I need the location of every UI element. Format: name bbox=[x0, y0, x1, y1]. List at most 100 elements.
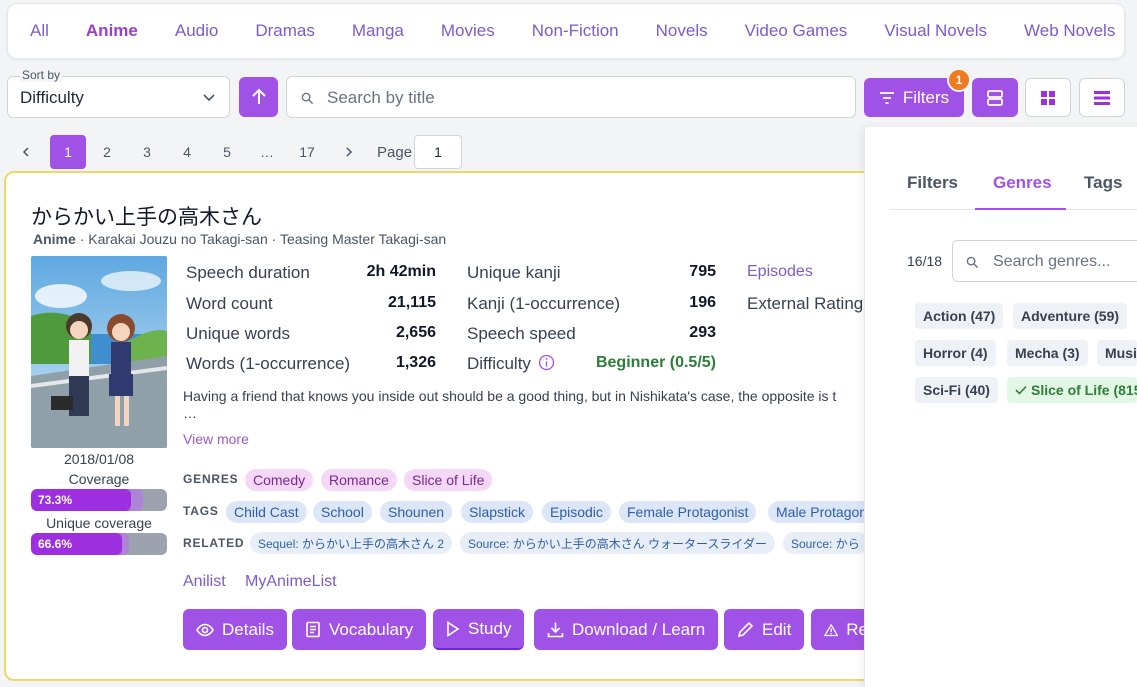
tab-non-fiction[interactable]: Non-Fiction bbox=[532, 21, 619, 41]
release-date: 2018/01/08 bbox=[63, 451, 135, 467]
media-subtitle: Anime · Karakai Jouzu no Takagi-san · Te… bbox=[33, 231, 446, 247]
page-2-button[interactable]: 2 bbox=[90, 135, 124, 169]
view-grid-button[interactable] bbox=[1025, 78, 1071, 117]
genre-filter-chip[interactable]: Adventure (59) bbox=[1013, 303, 1128, 329]
tag-chip[interactable]: Slapstick bbox=[461, 501, 534, 523]
stat-label-speech-speed: Speech speed bbox=[467, 324, 576, 343]
sort-direction-button[interactable] bbox=[239, 77, 278, 117]
genre-filter-label: Slice of Life (815 bbox=[1031, 382, 1137, 398]
tab-audio[interactable]: Audio bbox=[175, 21, 218, 41]
tag-chip[interactable]: Episodic bbox=[542, 501, 611, 523]
stat-label-unique-words: Unique words bbox=[186, 324, 290, 343]
view-list-button[interactable] bbox=[972, 78, 1018, 117]
tag-chip[interactable]: Shounen bbox=[380, 501, 453, 523]
tag-chip[interactable]: Male Protagon bbox=[768, 501, 876, 523]
page-17-button[interactable]: 17 bbox=[290, 135, 324, 169]
page-5-button[interactable]: 5 bbox=[210, 135, 244, 169]
panel-tab-genres[interactable]: Genres bbox=[993, 173, 1052, 193]
stat-value-unique-kanji: 795 bbox=[689, 263, 716, 280]
genre-filter-chip[interactable]: Mecha (3) bbox=[1007, 340, 1088, 366]
search-placeholder: Search by title bbox=[327, 88, 435, 107]
stat-value-speech-speed: 293 bbox=[689, 324, 716, 341]
search-icon bbox=[966, 256, 979, 269]
page-4-button[interactable]: 4 bbox=[170, 135, 204, 169]
chevron-left-icon bbox=[22, 147, 29, 157]
page-1-button[interactable]: 1 bbox=[50, 135, 86, 169]
tag-chip[interactable]: Female Protagonist bbox=[619, 501, 757, 523]
coverage-label: Coverage bbox=[68, 471, 130, 487]
filter-lines-icon bbox=[879, 91, 894, 104]
edit-label: Edit bbox=[762, 619, 792, 639]
stat-label-words-1-occurrence: Words (1-occurrence) bbox=[186, 354, 351, 373]
myanimelist-link[interactable]: MyAnimeList bbox=[245, 573, 337, 591]
sort-select[interactable]: Sort by Difficulty bbox=[7, 68, 230, 118]
unique-coverage-bar-fill: 66.6% bbox=[31, 533, 122, 555]
genre-filter-chip[interactable]: Action (47) bbox=[915, 303, 1004, 329]
alt-titles: · Karakai Jouzu no Takagi-san · Teasing … bbox=[79, 231, 447, 247]
prev-page-button[interactable] bbox=[9, 135, 43, 169]
genres-label: GENRES bbox=[183, 472, 239, 486]
related-chip[interactable]: Source: からかい上手の高木さん ウォータースライダー bbox=[460, 532, 775, 554]
tag-chip[interactable]: Child Cast bbox=[226, 501, 307, 523]
view-more-link[interactable]: View more bbox=[183, 431, 249, 447]
title-search-input[interactable]: Search by title bbox=[286, 76, 856, 118]
media-type: Anime bbox=[33, 231, 76, 247]
view-compact-button[interactable] bbox=[1079, 78, 1125, 117]
stat-label-speech-duration: Speech duration bbox=[186, 263, 310, 282]
filters-label: Filters bbox=[902, 87, 950, 107]
stat-label-word-count: Word count bbox=[186, 294, 273, 313]
stat-value-words-1-occurrence: 1,326 bbox=[395, 354, 436, 371]
genre-filter-chip[interactable]: Horror (4) bbox=[915, 340, 996, 366]
media-title[interactable]: からかい上手の高木さん bbox=[31, 201, 262, 231]
edit-button[interactable]: Edit bbox=[724, 609, 805, 650]
tab-novels[interactable]: Novels bbox=[656, 21, 708, 41]
next-page-button[interactable] bbox=[332, 135, 366, 169]
related-chip[interactable]: Sequel: からかい上手の高木さん 2 bbox=[250, 532, 453, 554]
details-button[interactable]: Details bbox=[183, 609, 287, 650]
genre-filter-chip[interactable]: Sci-Fi (40) bbox=[915, 377, 998, 403]
study-button[interactable]: Study bbox=[433, 609, 525, 650]
cover-image[interactable] bbox=[31, 256, 167, 448]
genre-chip[interactable]: Slice of Life bbox=[404, 469, 493, 491]
vocabulary-label: Vocabulary bbox=[329, 619, 414, 639]
details-label: Details bbox=[222, 619, 274, 639]
tag-chip[interactable]: School bbox=[313, 501, 372, 523]
related-chip[interactable]: Source: から bbox=[783, 532, 868, 554]
page-number-input[interactable]: 1 bbox=[414, 135, 462, 169]
anilist-link[interactable]: Anilist bbox=[183, 573, 226, 591]
tab-anime[interactable]: Anime bbox=[86, 21, 138, 41]
vocabulary-button[interactable]: Vocabulary bbox=[292, 609, 427, 650]
filters-count-badge: 1 bbox=[947, 68, 971, 92]
sort-label: Sort by bbox=[20, 68, 63, 82]
tab-video-games[interactable]: Video Games bbox=[745, 21, 848, 41]
genre-search-input[interactable]: Search genres... bbox=[952, 240, 1137, 282]
episodes-link[interactable]: Episodes bbox=[747, 263, 813, 281]
tab-web-novels[interactable]: Web Novels bbox=[1024, 21, 1115, 41]
tab-visual-novels[interactable]: Visual Novels bbox=[884, 21, 987, 41]
download-learn-button[interactable]: Download / Learn bbox=[534, 609, 719, 650]
stat-value-word-count: 21,115 bbox=[387, 294, 436, 311]
genre-filter-chip[interactable]: Musi bbox=[1097, 340, 1137, 366]
grid-icon bbox=[1041, 90, 1055, 105]
stat-value-kanji-1-occurrence: 196 bbox=[689, 294, 716, 311]
study-label: Study bbox=[468, 618, 512, 638]
panel-tab-tags[interactable]: Tags bbox=[1084, 173, 1122, 193]
info-icon[interactable] bbox=[538, 354, 555, 371]
chevron-down-icon bbox=[203, 94, 215, 102]
download-learn-label: Download / Learn bbox=[572, 619, 706, 639]
genre-chip[interactable]: Romance bbox=[321, 469, 397, 491]
search-icon bbox=[301, 92, 314, 105]
tab-all[interactable]: All bbox=[30, 21, 49, 41]
tab-dramas[interactable]: Dramas bbox=[255, 21, 315, 41]
page-3-button[interactable]: 3 bbox=[130, 135, 164, 169]
panel-tab-filters[interactable]: Filters bbox=[907, 173, 958, 193]
genre-chip[interactable]: Comedy bbox=[245, 469, 314, 491]
genre-count: 16/18 bbox=[907, 253, 943, 269]
genre-filter-chip-selected[interactable]: Slice of Life (815 bbox=[1007, 377, 1137, 403]
unique-coverage-label: Unique coverage bbox=[46, 515, 152, 531]
tab-manga[interactable]: Manga bbox=[352, 21, 404, 41]
stat-value-difficulty: Beginner (0.5/5) bbox=[595, 354, 716, 371]
tab-movies[interactable]: Movies bbox=[441, 21, 495, 41]
coverage-bar: 73.3% bbox=[31, 489, 167, 511]
description-ellipsis: … bbox=[183, 405, 197, 421]
